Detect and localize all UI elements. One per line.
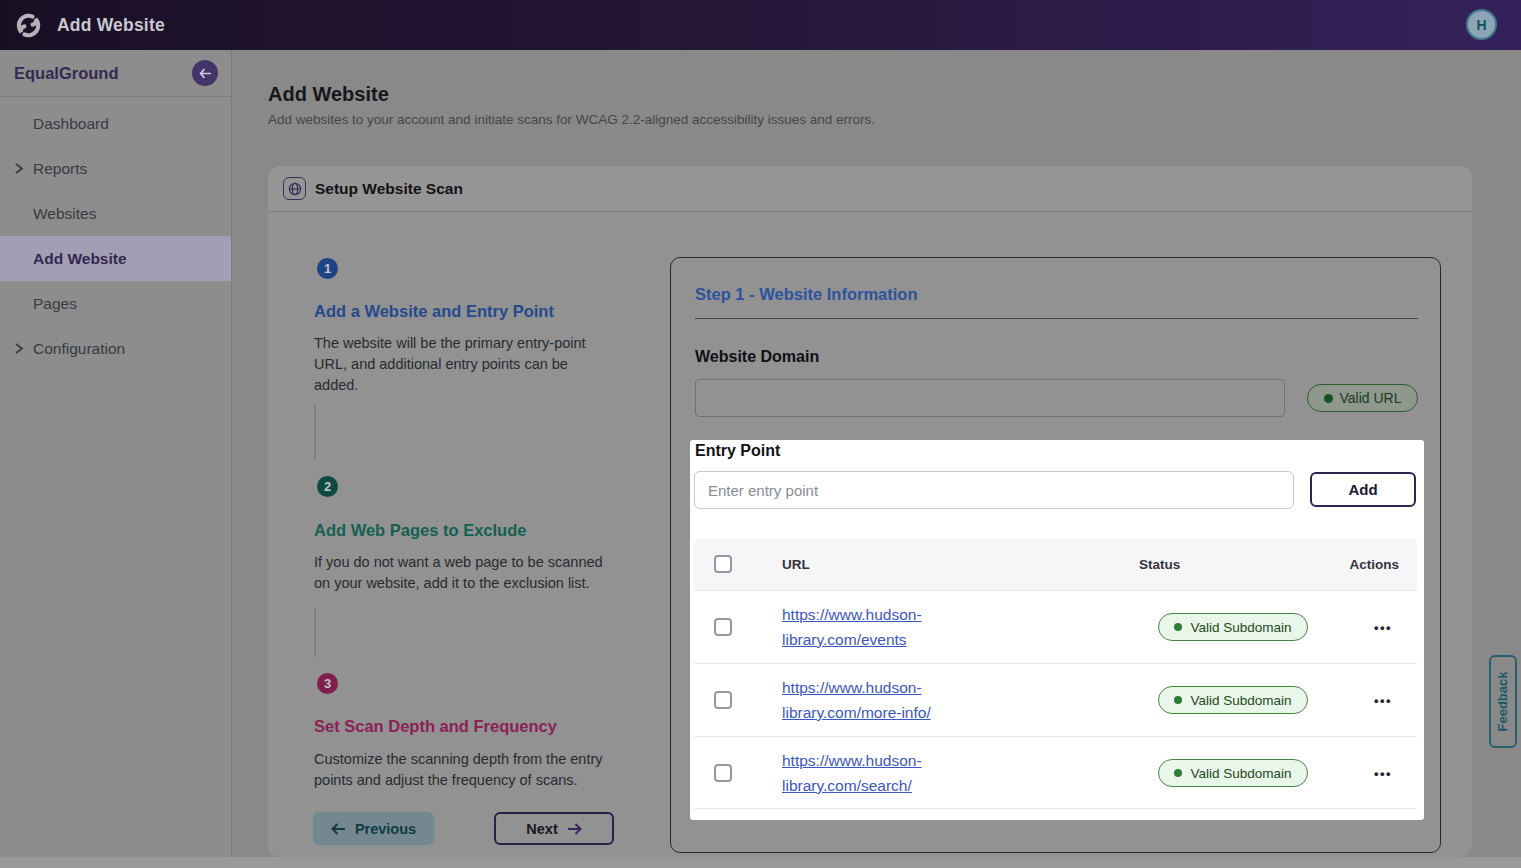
table-row: https://www.hudson-library.com/events Va… [694,590,1417,663]
sidebar-item-pages[interactable]: Pages [0,281,231,326]
column-header-status: Status [1139,557,1180,572]
chevron-right-icon [11,341,26,356]
status-dot-icon [1324,394,1333,403]
entry-point-table: URL Status Actions https://www.hudson-li… [694,538,1417,809]
feedback-tab[interactable]: Feedback [1489,655,1517,748]
entry-point-section: Entry Point Add URL Status Actions https… [690,440,1424,820]
column-header-actions: Actions [1349,557,1399,572]
add-entry-button[interactable]: Add [1310,472,1416,507]
valid-url-badge: Valid URL [1307,384,1418,412]
setup-card-title: Setup Website Scan [315,180,463,198]
user-avatar[interactable]: H [1466,9,1497,40]
setup-card-header: Setup Website Scan [268,166,1472,212]
status-dot-icon [1174,769,1182,777]
sidebar-item-reports[interactable]: Reports [0,146,231,191]
table-header: URL Status Actions [694,538,1417,590]
select-all-checkbox[interactable] [714,555,732,573]
step-3-number: 3 [317,673,338,694]
sidebar-nav: Dashboard Reports Websites Add Website P… [0,97,231,371]
top-bar: Add Website H [0,0,1521,50]
arrow-left-icon [331,823,346,835]
brand-logo-icon [13,10,44,41]
entry-point-input[interactable] [694,471,1294,509]
sidebar-item-websites[interactable]: Websites [0,191,231,236]
sidebar-item-add-website[interactable]: Add Website [0,236,231,281]
sidebar-collapse-button[interactable] [192,60,218,86]
next-button[interactable]: Next [494,812,614,845]
status-dot-icon [1174,623,1182,631]
entry-url-link[interactable]: https://www.hudson-library.com/more-info… [782,675,931,725]
sidebar-header: EqualGround [0,50,231,97]
step-2-title: Add Web Pages to Exclude [314,521,526,540]
page-subtitle: Add websites to your account and initiat… [268,112,875,127]
page-title: Add Website [268,83,389,106]
app-root: Add Website H EqualGround Dashboard Repo… [0,0,1521,868]
row-actions-button[interactable]: ••• [1366,759,1400,787]
row-checkbox[interactable] [714,764,732,782]
previous-button[interactable]: Previous [313,812,434,845]
arrow-left-icon [199,68,212,79]
entry-point-label: Entry Point [695,442,780,460]
step-1-number: 1 [317,258,338,279]
step-2-description: If you do not want a web page to be scan… [314,552,610,594]
sidebar-item-dashboard[interactable]: Dashboard [0,101,231,146]
globe-icon [283,177,306,200]
table-row: https://www.hudson-library.com/more-info… [694,663,1417,736]
sidebar-item-configuration[interactable]: Configuration [0,326,231,371]
step-3-description: Customize the scanning depth from the en… [314,749,610,791]
step-connector [314,405,316,460]
valid-subdomain-badge: Valid Subdomain [1158,759,1308,787]
panel-divider [695,318,1418,319]
column-header-url: URL [782,557,810,572]
website-domain-label: Website Domain [695,348,819,366]
step-2-number: 2 [317,476,338,497]
brand-name: EqualGround [14,64,119,83]
row-checkbox[interactable] [714,618,732,636]
chevron-right-icon [11,161,26,176]
step-3-title: Set Scan Depth and Frequency [314,717,557,736]
step-1-description: The website will be the primary entry-po… [314,333,610,396]
entry-url-link[interactable]: https://www.hudson-library.com/search/ [782,748,922,798]
arrow-right-icon [567,823,582,835]
table-row: https://www.hudson-library.com/search/ V… [694,736,1417,809]
panel-heading: Step 1 - Website Information [695,285,917,304]
row-checkbox[interactable] [714,691,732,709]
horizontal-scrollbar[interactable] [0,857,1521,868]
step-connector [314,608,316,657]
website-domain-input[interactable] [695,379,1285,417]
valid-subdomain-badge: Valid Subdomain [1158,686,1308,714]
row-actions-button[interactable]: ••• [1366,613,1400,641]
status-dot-icon [1174,696,1182,704]
sidebar: EqualGround Dashboard Reports Websites A… [0,50,232,857]
valid-subdomain-badge: Valid Subdomain [1158,613,1308,641]
row-actions-button[interactable]: ••• [1366,686,1400,714]
topbar-title: Add Website [57,15,165,36]
step-1-title: Add a Website and Entry Point [314,302,554,321]
entry-url-link[interactable]: https://www.hudson-library.com/events [782,602,922,652]
